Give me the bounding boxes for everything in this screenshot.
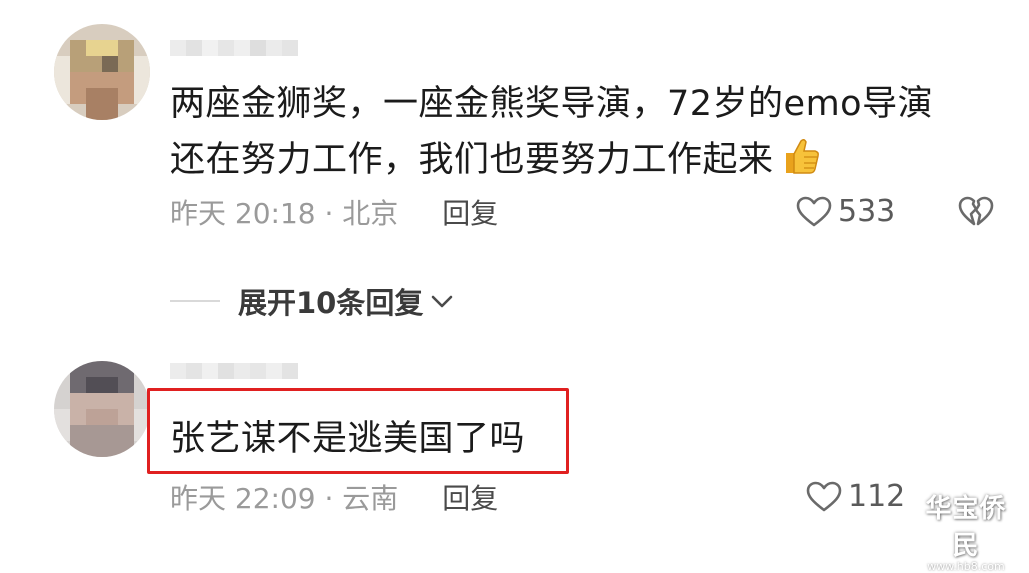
heart-icon bbox=[806, 481, 842, 511]
like-button[interactable]: 112 bbox=[806, 479, 905, 514]
like-count: 533 bbox=[838, 194, 896, 229]
reply-button[interactable]: 回复 bbox=[442, 477, 498, 517]
heart-icon bbox=[796, 196, 832, 226]
comment-text: 两座金狮奖，一座金熊奖导演，72岁的emo导演 还在努力工作，我们也要努力工作起… bbox=[170, 76, 990, 194]
comment-meta: 昨天 22:09 · 云南 回复 bbox=[170, 477, 498, 517]
chevron-down-icon bbox=[432, 295, 453, 308]
broken-heart-icon bbox=[958, 196, 994, 226]
username-blurred[interactable] bbox=[170, 363, 298, 389]
watermark: 华宝侨民 www.hb8.com bbox=[916, 488, 1016, 573]
timestamp-location: 昨天 20:18 · 北京 bbox=[170, 197, 399, 230]
divider bbox=[170, 300, 220, 302]
like-button[interactable]: 533 bbox=[796, 194, 895, 229]
expand-replies-label: 展开10条回复 bbox=[238, 286, 424, 320]
avatar-blurred[interactable] bbox=[54, 24, 150, 120]
timestamp-location: 昨天 22:09 · 云南 bbox=[170, 482, 399, 515]
comment-item: 两座金狮奖，一座金熊奖导演，72岁的emo导演 还在努力工作，我们也要努力工作起… bbox=[0, 0, 1029, 258]
dislike-button[interactable] bbox=[958, 196, 994, 232]
like-count: 112 bbox=[848, 479, 906, 514]
highlight-box bbox=[147, 388, 569, 474]
comment-text-line1: 两座金狮奖，一座金熊奖导演，72岁的emo导演 bbox=[170, 84, 934, 124]
watermark-url: www.hb8.com bbox=[927, 560, 1005, 573]
watermark-text: 华宝侨民 bbox=[925, 494, 1007, 561]
thumbs-up-icon bbox=[780, 135, 822, 194]
comment-text-line2: 还在努力工作，我们也要努力工作起来 bbox=[170, 140, 774, 180]
username-blurred[interactable] bbox=[170, 40, 298, 66]
avatar-blurred[interactable] bbox=[54, 361, 150, 457]
comment-meta: 昨天 20:18 · 北京 回复 bbox=[170, 192, 498, 232]
expand-replies-button[interactable]: 展开10条回复 bbox=[170, 280, 455, 322]
reply-button[interactable]: 回复 bbox=[442, 192, 498, 232]
